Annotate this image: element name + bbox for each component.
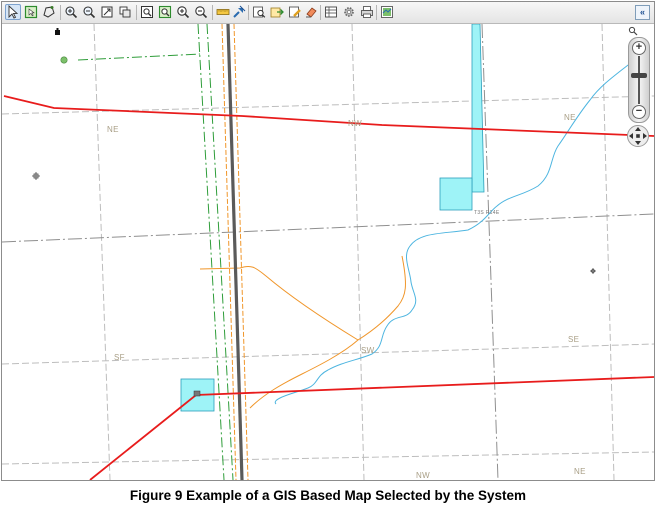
orange-line — [199, 255, 406, 409]
green-lines — [77, 24, 234, 480]
grid-line — [93, 24, 111, 480]
quarter-label: NE — [107, 125, 119, 134]
quarter-label: NW — [348, 119, 362, 128]
map-toolbar: « — [2, 2, 654, 24]
quarter-label: SE — [568, 335, 580, 344]
map-layers — [2, 24, 654, 480]
full-extent-icon[interactable] — [99, 4, 115, 20]
stream — [274, 61, 633, 405]
pan-arrows-icon[interactable] — [625, 124, 651, 148]
collapse-toolbar-button[interactable]: « — [635, 5, 650, 20]
grid-line — [2, 451, 654, 465]
township-line — [481, 24, 499, 480]
zoom-control: + − — [627, 26, 651, 148]
road — [221, 24, 249, 480]
zoom-minus-button[interactable]: − — [632, 105, 646, 119]
quarter-label: NW — [416, 471, 430, 480]
township-grid — [2, 24, 654, 480]
structure-marker — [55, 28, 60, 35]
quarter-label: NE — [564, 113, 576, 122]
magnifier-icon[interactable] — [628, 26, 640, 36]
measure-icon[interactable] — [215, 4, 231, 20]
grid-line — [351, 24, 365, 480]
identify-icon[interactable] — [231, 4, 247, 20]
pan-tool-icon[interactable] — [117, 4, 133, 20]
zoom-in-tool-icon[interactable] — [63, 4, 79, 20]
select-box-icon[interactable] — [23, 4, 39, 20]
township-label: T3S R14E — [474, 210, 500, 216]
zoom-in-icon[interactable] — [175, 4, 191, 20]
green-line — [77, 53, 201, 61]
table-icon[interactable] — [323, 4, 339, 20]
zoom-selection-icon[interactable] — [157, 4, 173, 20]
pond — [439, 177, 473, 211]
grid-line — [2, 95, 654, 115]
find-icon[interactable] — [251, 4, 267, 20]
canal — [471, 24, 485, 193]
map-viewer: « NE NW NE T3S R14E SF SW SE NW NE + − — [1, 1, 655, 481]
legend-icon[interactable] — [379, 4, 395, 20]
pipeline-segment — [3, 95, 654, 137]
quarter-label: SF — [114, 353, 125, 362]
zoom-out-icon[interactable] — [193, 4, 209, 20]
grid-line — [601, 24, 615, 480]
section-grid — [2, 24, 654, 480]
select-arrow-icon[interactable] — [5, 4, 21, 20]
pipeline — [3, 95, 654, 480]
survey-marker — [32, 172, 40, 180]
zoom-slider-thumb[interactable] — [631, 73, 647, 79]
township-line — [2, 213, 654, 243]
benchmark-marker — [590, 268, 596, 274]
export-icon[interactable] — [269, 4, 285, 20]
print-icon[interactable] — [359, 4, 375, 20]
zoom-slider-track — [638, 56, 640, 104]
pipeline-segment — [89, 376, 654, 480]
highlight-icon[interactable] — [287, 4, 303, 20]
settings-icon[interactable] — [341, 4, 357, 20]
zoom-window-icon[interactable] — [139, 4, 155, 20]
facility-marker — [193, 390, 201, 397]
figure-caption: Figure 9 Example of a GIS Based Map Sele… — [129, 488, 527, 503]
grid-line — [2, 343, 654, 365]
zoom-out-tool-icon[interactable] — [81, 4, 97, 20]
clear-icon[interactable] — [303, 4, 319, 20]
zoom-plus-button[interactable]: + — [632, 41, 646, 55]
water-bodies — [180, 24, 485, 412]
quarter-label: SW — [361, 346, 375, 355]
well-marker — [60, 56, 68, 64]
select-polygon-icon[interactable] — [41, 4, 57, 20]
zoom-slider[interactable]: + − — [628, 37, 650, 123]
map-canvas[interactable]: NE NW NE T3S R14E SF SW SE NW NE + − — [2, 24, 654, 480]
quarter-label: NE — [574, 467, 586, 476]
